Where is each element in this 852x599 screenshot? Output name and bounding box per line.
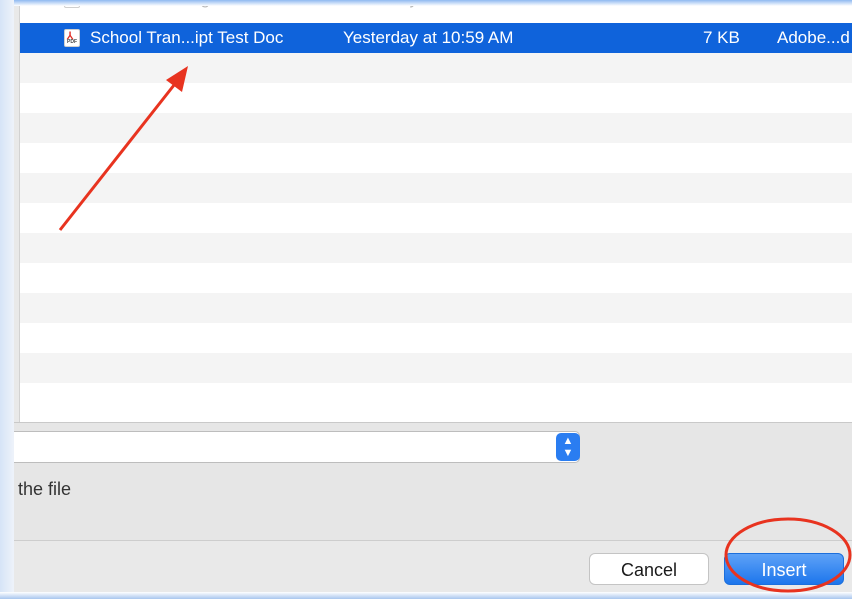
- format-popup[interactable]: [14, 431, 580, 463]
- window-glow-top: [0, 0, 852, 6]
- pdf-file-icon: ⅄ PDF: [64, 29, 80, 47]
- file-dialog: ⅄ PDF Clinical Training Test Doc Yesterd…: [0, 0, 852, 599]
- window-glow-bottom: [0, 592, 852, 599]
- empty-row: [20, 383, 852, 413]
- empty-row: [20, 233, 852, 263]
- file-kind: Adobe...d: [777, 28, 850, 47]
- file-date: Yesterday at 10:59 AM: [343, 28, 514, 47]
- file-name: School Tran...ipt Test Doc: [90, 28, 284, 47]
- empty-row: [20, 353, 852, 383]
- pdf-icon-label: PDF: [67, 39, 77, 45]
- empty-row: [20, 83, 852, 113]
- empty-row: [20, 113, 852, 143]
- insert-button[interactable]: Insert: [724, 553, 844, 585]
- cancel-button[interactable]: Cancel: [589, 553, 709, 585]
- options-panel: ▲ ▼ the file: [14, 422, 852, 541]
- empty-row: [20, 263, 852, 293]
- empty-row: [20, 143, 852, 173]
- file-size: 7 KB: [703, 28, 740, 47]
- empty-row: [20, 293, 852, 323]
- chevron-updown-icon[interactable]: ▲ ▼: [556, 433, 580, 461]
- empty-row: [20, 173, 852, 203]
- empty-row: [20, 203, 852, 233]
- empty-row: [20, 323, 852, 353]
- empty-row: [20, 53, 852, 83]
- window-glow-left: [0, 0, 14, 599]
- file-row-school-transcript[interactable]: ⅄ PDF School Tran...ipt Test Doc Yesterd…: [20, 23, 852, 53]
- button-bar: Cancel Insert: [14, 540, 852, 593]
- options-hint: the file: [18, 479, 72, 499]
